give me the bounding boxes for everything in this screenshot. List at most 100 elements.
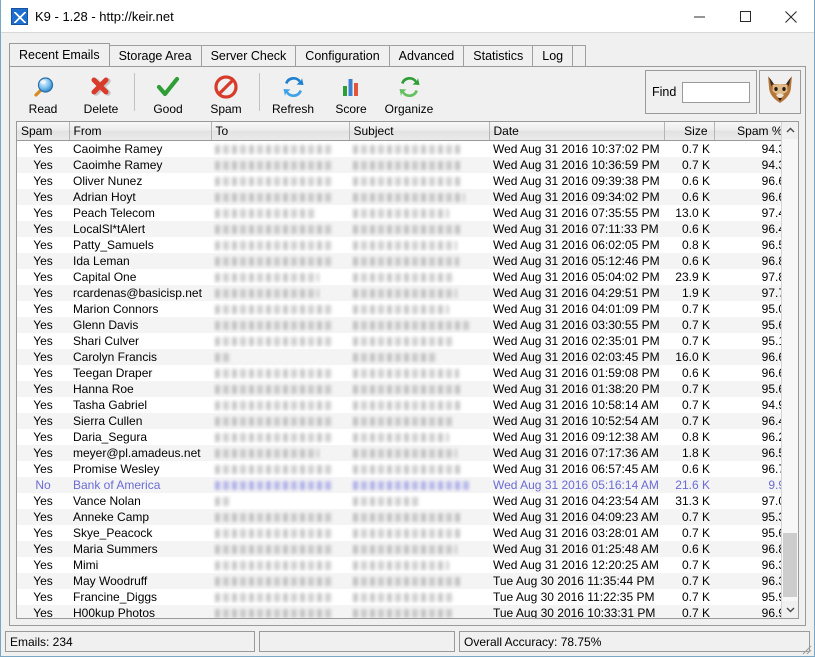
cell-spam-pct: 96.6 [714,172,781,189]
table-row[interactable]: Yes LocalSl*tAlert Wed Aug 31 2016 07:11:3… [17,220,781,237]
cell-date: Wed Aug 31 2016 04:01:09 PM [489,300,664,317]
table-row[interactable]: Yes Teegan Draper Wed Aug 31 2016 01:59:08… [17,364,781,381]
redacted-text [215,384,333,394]
cell-spam: No [17,476,69,493]
redacted-text [353,208,449,218]
redacted-text [353,256,459,266]
table-row[interactable]: Yes Francine_Diggs Tue Aug 30 2016 11:22:3… [17,588,781,605]
tab-server-check[interactable]: Server Check [200,45,297,66]
cell-spam-pct: 96.7 [714,460,781,477]
search-input[interactable] [682,81,750,103]
cell-date: Wed Aug 31 2016 09:34:02 PM [489,188,664,205]
column-header-spam-pct[interactable]: Spam % [714,122,781,141]
tab-statistics[interactable]: Statistics [463,45,534,66]
cell-date: Wed Aug 31 2016 02:35:01 PM [489,332,664,349]
table-row[interactable]: Yes Shari Culver Wed Aug 31 2016 02:35:01 … [17,332,781,349]
table-row[interactable]: Yes rcardenas@basicisp.net Wed Aug 31 2016… [17,284,781,301]
column-header-date[interactable]: Date [489,122,665,141]
cell-spam: Yes [17,524,69,541]
tab-recent-emails[interactable]: Recent Emails [9,43,110,66]
redacted-text [215,224,333,234]
column-header-to[interactable]: To [211,122,350,141]
cell-date: Wed Aug 31 2016 03:30:55 PM [489,316,664,333]
table-row[interactable]: Yes Daria_Segura Wed Aug 31 2016 09:12:38 … [17,428,781,445]
table-row[interactable]: No Bank of America Wed Aug 31 2016 05:16:1… [17,476,781,493]
table-row[interactable]: Yes Ida Leman Wed Aug 31 2016 05:12:46 PM 0… [17,252,781,269]
cell-date: Wed Aug 31 2016 06:57:45 AM [489,460,664,477]
delete-button[interactable]: Delete [72,69,130,119]
cell-date: Wed Aug 31 2016 04:09:23 AM [489,508,664,525]
cell-to [211,140,349,157]
table-row[interactable]: Yes May Woodruff Tue Aug 30 2016 11:35:44 … [17,572,781,589]
table-row[interactable]: Yes Hanna Roe Wed Aug 31 2016 01:38:20 PM 0… [17,380,781,397]
column-header-from[interactable]: From [69,122,212,141]
table-row[interactable]: Yes Sierra Cullen Wed Aug 31 2016 10:52:54… [17,412,781,429]
column-header-subject[interactable]: Subject [349,122,490,141]
table-row[interactable]: Yes Skye_Peacock Wed Aug 31 2016 03:28:01 … [17,524,781,541]
chevron-up-icon[interactable] [782,122,798,139]
minimize-button[interactable] [676,0,722,33]
redacted-text [353,192,465,202]
chevron-down-icon[interactable] [782,601,798,618]
redacted-text [215,176,333,186]
column-header-spam[interactable]: Spam [17,122,70,141]
score-button[interactable]: Score [322,69,380,119]
table-row[interactable]: Yes Tasha Gabriel Wed Aug 31 2016 10:58:14… [17,396,781,413]
tab-log[interactable]: Log [532,45,574,66]
table-row[interactable]: Yes H00kup Photos Tue Aug 30 2016 10:33:31… [17,604,781,618]
table-row[interactable]: Yes Caoimhe Ramey Wed Aug 31 2016 10:36:59… [17,156,781,173]
cell-from: H00kup Photos [69,604,211,618]
redacted-text [353,512,463,522]
cell-spam: Yes [17,364,69,381]
redacted-text [353,544,457,554]
table-row[interactable]: Yes Adrian Hoyt Wed Aug 31 2016 09:34:02 P… [17,188,781,205]
scrollbar-track[interactable] [782,139,798,601]
vertical-scrollbar[interactable] [781,122,798,618]
table-row[interactable]: Yes meyer@pl.amadeus.net Wed Aug 31 2016 0… [17,444,781,461]
cell-spam-pct: 94.3 [714,140,781,157]
table-row[interactable]: Yes Glenn Davis Wed Aug 31 2016 03:30:55 P… [17,316,781,333]
redacted-text [353,336,453,346]
cell-date: Tue Aug 30 2016 11:35:44 PM [489,572,664,589]
table-row[interactable]: Yes Patty_Samuels Wed Aug 31 2016 06:02:05… [17,236,781,253]
status-bar: Emails: 234 Overall Accuracy: 78.75% [5,631,810,652]
table-row[interactable]: Yes Mimi Wed Aug 31 2016 12:20:25 AM 0.7 K9… [17,556,781,573]
table-row[interactable]: Yes Oliver Nunez Wed Aug 31 2016 09:39:38 … [17,172,781,189]
cell-size: 0.6 K [664,460,714,477]
cell-to [211,556,349,573]
table-row[interactable]: Yes Vance Nolan Wed Aug 31 2016 04:23:54 A… [17,492,781,509]
score-button-label: Score [335,102,367,116]
refresh-button[interactable]: Refresh [264,69,322,119]
spam-button[interactable]: Spam [197,69,255,119]
redacted-text [353,432,449,442]
tab-advanced[interactable]: Advanced [388,45,465,66]
organize-button[interactable]: Organize [380,69,438,119]
scrollbar-thumb[interactable] [783,533,797,597]
tab-configuration[interactable]: Configuration [295,45,390,66]
table-row[interactable]: Yes Capital One Wed Aug 31 2016 05:04:02 P… [17,268,781,285]
maximize-button[interactable] [722,0,768,33]
k9-app-icon [11,7,28,25]
cell-from: Caoimhe Ramey [69,140,211,157]
cell-spam-pct: 95.3 [714,508,781,525]
table-row[interactable]: Yes Anneke Camp Wed Aug 31 2016 04:09:23 A… [17,508,781,525]
redacted-text [215,288,319,298]
cell-size: 31.3 K [664,492,714,509]
cell-to [211,252,349,269]
close-button[interactable] [768,0,814,33]
good-button[interactable]: Good [139,69,197,119]
table-row[interactable]: Yes Peach Telecom Wed Aug 31 2016 07:35:55… [17,204,781,221]
table-row[interactable]: Yes Carolyn Francis Wed Aug 31 2016 02:03:… [17,348,781,365]
tab-storage-area[interactable]: Storage Area [108,45,202,66]
table-row[interactable]: Yes Promise Wesley Wed Aug 31 2016 06:57:4… [17,460,781,477]
column-header-size[interactable]: Size [664,122,715,141]
cell-date: Wed Aug 31 2016 10:36:59 PM [489,156,664,173]
delete-button-label: Delete [83,102,119,116]
table-row[interactable]: Yes Caoimhe Ramey Wed Aug 31 2016 10:37:02… [17,140,781,157]
table-row[interactable]: Yes Marion Connors Wed Aug 31 2016 04:01:0… [17,300,781,317]
table-row[interactable]: Yes Maria Summers Wed Aug 31 2016 01:25:48… [17,540,781,557]
cell-spam: Yes [17,300,69,317]
cell-date: Tue Aug 30 2016 10:33:31 PM [489,604,664,618]
read-button[interactable]: Read [14,69,72,119]
cell-size: 0.6 K [664,172,714,189]
